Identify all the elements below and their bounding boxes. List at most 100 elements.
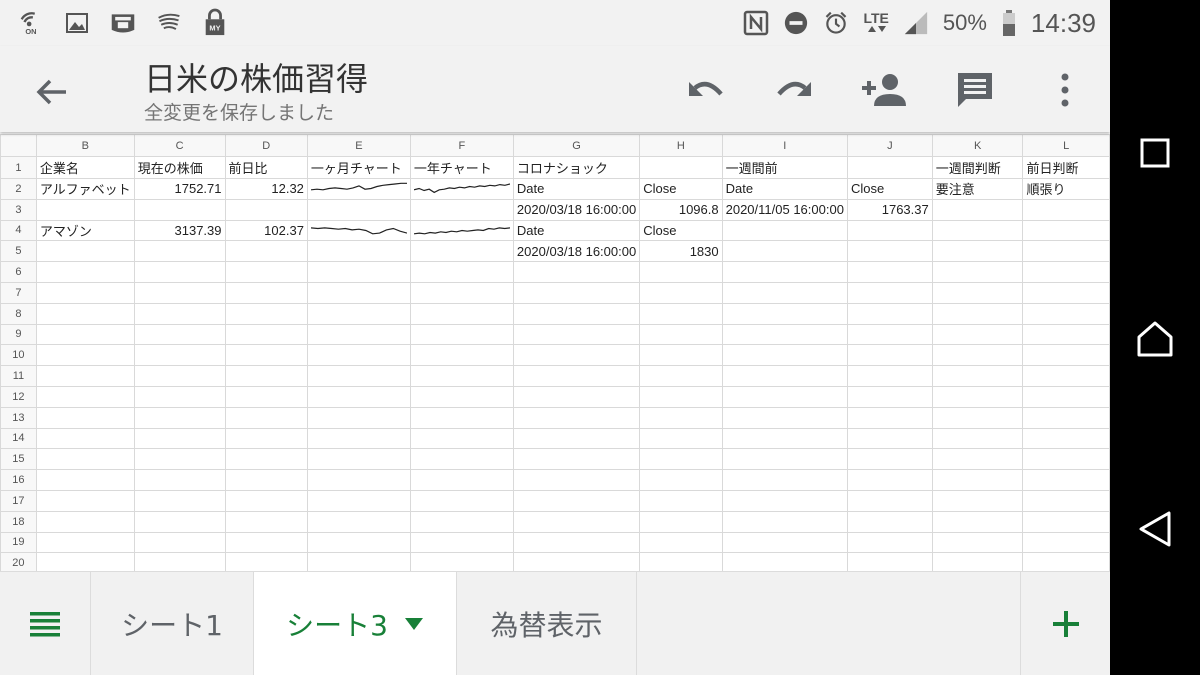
cell-F4[interactable] <box>409 219 514 242</box>
cell-C1[interactable]: 現在の株価 <box>133 156 226 179</box>
cell-K8[interactable] <box>931 302 1024 325</box>
cell-E5[interactable] <box>306 240 411 263</box>
cell-F5[interactable] <box>409 240 514 263</box>
cell-K3[interactable] <box>931 198 1024 221</box>
cell-H12[interactable] <box>639 385 723 408</box>
cell-I1[interactable]: 一週間前 <box>721 156 848 179</box>
row-header[interactable]: 14 <box>0 427 37 450</box>
cell-I4[interactable] <box>721 219 848 242</box>
cell-I10[interactable] <box>721 344 848 367</box>
cell-H8[interactable] <box>639 302 723 325</box>
cell-H6[interactable] <box>639 261 723 283</box>
cell-B8[interactable] <box>35 302 135 325</box>
cell-D18[interactable] <box>224 510 308 533</box>
cell-B18[interactable] <box>35 510 135 533</box>
cell-E7[interactable] <box>306 281 411 304</box>
cell-I17[interactable] <box>721 489 848 512</box>
cell-L17[interactable] <box>1022 489 1110 512</box>
cell-I2[interactable]: Date <box>721 178 848 200</box>
cell-G20[interactable] <box>512 552 641 571</box>
cell-K17[interactable] <box>931 489 1024 512</box>
cell-D2[interactable]: 12.32 <box>224 178 308 200</box>
column-header[interactable]: I <box>721 134 848 157</box>
cell-E4[interactable] <box>306 219 411 242</box>
cell-K1[interactable]: 一週間判断 <box>931 156 1024 179</box>
comments-button[interactable] <box>951 66 999 114</box>
cell-C13[interactable] <box>133 406 226 429</box>
cell-H9[interactable] <box>639 323 723 346</box>
cell-H20[interactable] <box>639 552 723 571</box>
cell-G14[interactable] <box>512 427 641 450</box>
cell-F3[interactable] <box>409 198 514 221</box>
cell-J5[interactable] <box>846 240 933 263</box>
cell-E6[interactable] <box>306 261 411 283</box>
cell-H13[interactable] <box>639 406 723 429</box>
cell-G10[interactable] <box>512 344 641 367</box>
cell-E8[interactable] <box>306 302 411 325</box>
row-header[interactable]: 9 <box>0 323 37 346</box>
column-header[interactable]: C <box>133 134 226 157</box>
cell-K2[interactable]: 要注意 <box>931 178 1024 200</box>
cell-I6[interactable] <box>721 261 848 283</box>
cell-L8[interactable] <box>1022 302 1110 325</box>
cell-E20[interactable] <box>306 552 411 571</box>
cell-L11[interactable] <box>1022 365 1110 387</box>
cell-L3[interactable] <box>1022 198 1110 221</box>
cell-C8[interactable] <box>133 302 226 325</box>
column-header[interactable]: G <box>512 134 641 157</box>
cell-J13[interactable] <box>846 406 933 429</box>
column-header[interactable]: L <box>1022 134 1110 157</box>
cell-J8[interactable] <box>846 302 933 325</box>
cell-G8[interactable] <box>512 302 641 325</box>
column-header[interactable]: K <box>931 134 1024 157</box>
cell-K11[interactable] <box>931 365 1024 387</box>
cell-F8[interactable] <box>409 302 514 325</box>
cell-L7[interactable] <box>1022 281 1110 304</box>
cell-G6[interactable] <box>512 261 641 283</box>
cell-B17[interactable] <box>35 489 135 512</box>
cell-L5[interactable] <box>1022 240 1110 263</box>
cell-C11[interactable] <box>133 365 226 387</box>
cell-B11[interactable] <box>35 365 135 387</box>
cell-G2[interactable]: Date <box>512 178 641 200</box>
cell-K10[interactable] <box>931 344 1024 367</box>
cell-L14[interactable] <box>1022 427 1110 450</box>
cell-D7[interactable] <box>224 281 308 304</box>
cell-B12[interactable] <box>35 385 135 408</box>
dropdown-arrow-icon[interactable] <box>404 617 424 631</box>
cell-B10[interactable] <box>35 344 135 367</box>
cell-B7[interactable] <box>35 281 135 304</box>
cell-C12[interactable] <box>133 385 226 408</box>
cell-L4[interactable] <box>1022 219 1110 242</box>
row-header[interactable]: 16 <box>0 469 37 491</box>
cell-I5[interactable] <box>721 240 848 263</box>
cell-H15[interactable] <box>639 448 723 471</box>
cell-L2[interactable]: 順張り <box>1022 178 1110 200</box>
tab-exchange-rate[interactable]: 為替表示 <box>456 572 636 675</box>
cell-K13[interactable] <box>931 406 1024 429</box>
cell-G1[interactable]: コロナショック <box>512 156 641 179</box>
cell-L10[interactable] <box>1022 344 1110 367</box>
tab-sheet3[interactable]: シート3 <box>253 572 456 675</box>
cell-D16[interactable] <box>224 469 308 491</box>
recents-button[interactable] <box>1132 130 1178 176</box>
share-button[interactable] <box>860 66 908 114</box>
cell-I11[interactable] <box>721 365 848 387</box>
cell-H4[interactable]: Close <box>639 219 723 242</box>
cell-I20[interactable] <box>721 552 848 571</box>
cell-C17[interactable] <box>133 489 226 512</box>
cell-C6[interactable] <box>133 261 226 283</box>
cell-J16[interactable] <box>846 469 933 491</box>
cell-C10[interactable] <box>133 344 226 367</box>
cell-C3[interactable] <box>133 198 226 221</box>
cell-E17[interactable] <box>306 489 411 512</box>
cell-F14[interactable] <box>409 427 514 450</box>
cell-F1[interactable]: 一年チャート <box>409 156 514 179</box>
cell-G17[interactable] <box>512 489 641 512</box>
cell-J11[interactable] <box>846 365 933 387</box>
cell-H11[interactable] <box>639 365 723 387</box>
row-header[interactable]: 10 <box>0 344 37 367</box>
cell-L9[interactable] <box>1022 323 1110 346</box>
cell-B13[interactable] <box>35 406 135 429</box>
cell-H3[interactable]: 1096.8 <box>639 198 723 221</box>
